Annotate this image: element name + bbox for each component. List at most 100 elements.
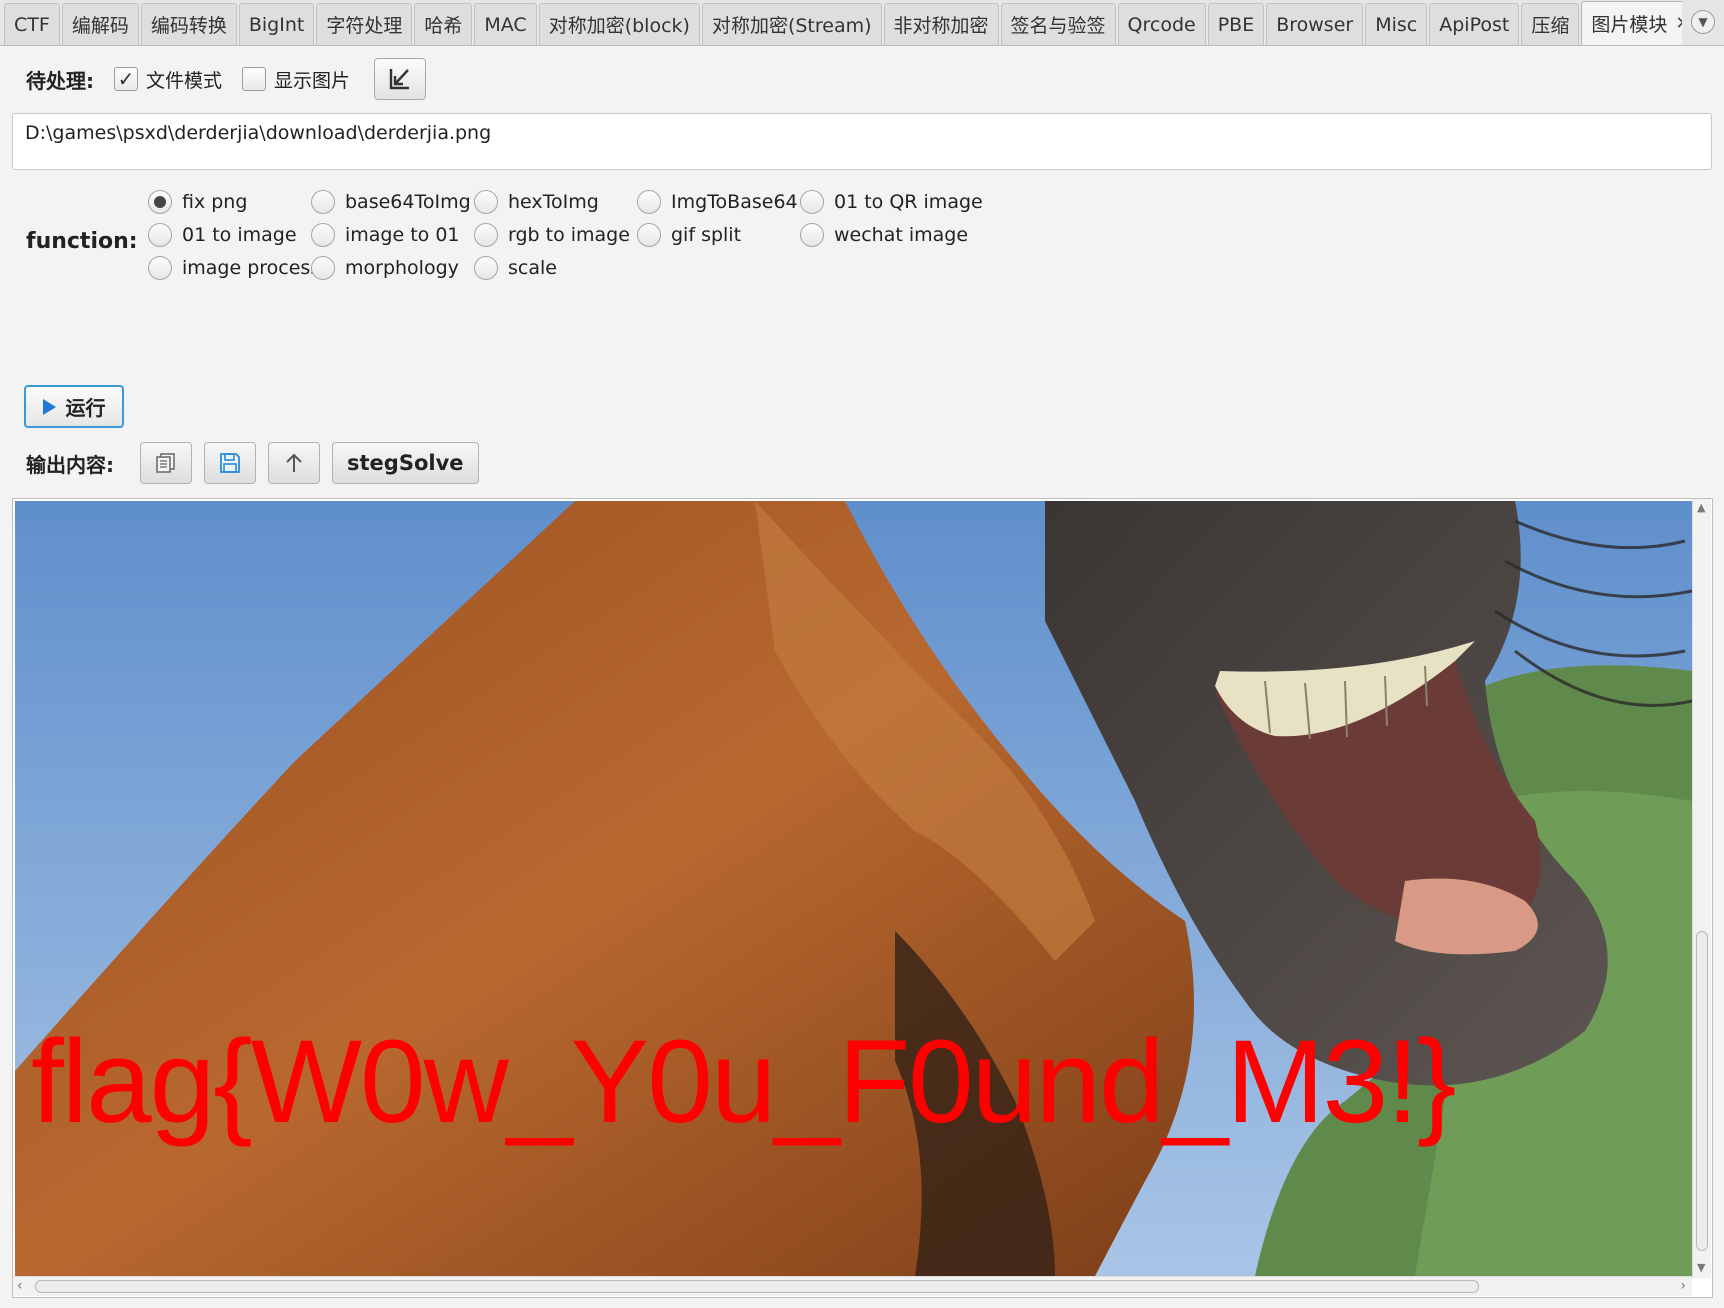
- output-image: flag{W0w_Y0u_F0und_M3!}: [15, 501, 1692, 1276]
- function-radio[interactable]: gif split: [637, 223, 741, 247]
- function-radio[interactable]: 01 to image: [148, 223, 297, 247]
- copy-icon: [156, 453, 175, 473]
- tab-list: CTF 编解码 编码转换 BigInt 字符处理 哈希 MAC 对称加密(block) 对称加密…: [0, 0, 1682, 45]
- function-radio-label: 01 to image: [182, 224, 297, 246]
- play-icon: [42, 398, 56, 415]
- checkbox-checked-icon: ✓: [114, 67, 138, 91]
- radio-unselected-icon: [474, 223, 498, 247]
- tab-label: 编解码: [71, 15, 129, 37]
- file-path-input[interactable]: D:\games\psxd\derderjia\download\derderj…: [12, 113, 1712, 170]
- file-mode-checkbox[interactable]: ✓ 文件模式: [114, 66, 222, 93]
- tab-item[interactable]: CTF: [4, 3, 60, 45]
- run-button[interactable]: 运行: [24, 385, 124, 428]
- tab-overflow-button[interactable]: ▼: [1682, 0, 1724, 45]
- show-image-checkbox[interactable]: 显示图片: [242, 66, 350, 93]
- tab-item[interactable]: 图片模块 ✕: [1581, 1, 1682, 45]
- function-radio[interactable]: wechat image: [800, 223, 968, 247]
- stegsolve-button[interactable]: stegSolve: [332, 442, 479, 484]
- radio-unselected-icon: [311, 190, 335, 214]
- scroll-up-icon[interactable]: ▲: [1697, 501, 1705, 514]
- vertical-scroll-thumb[interactable]: [1696, 931, 1708, 1251]
- close-icon[interactable]: ✕: [1675, 13, 1682, 34]
- function-radio-label: morphology: [345, 257, 459, 279]
- function-radio[interactable]: base64ToImg: [311, 190, 471, 214]
- save-button[interactable]: [204, 442, 256, 484]
- function-radio[interactable]: morphology: [311, 256, 459, 280]
- function-radio[interactable]: scale: [474, 256, 557, 280]
- horizontal-scrollbar[interactable]: ‹ ›: [13, 1276, 1692, 1296]
- file-mode-label: 文件模式: [146, 69, 223, 92]
- function-radio-label: scale: [508, 257, 557, 279]
- function-radio[interactable]: fix png: [148, 190, 247, 214]
- tab-item[interactable]: Misc: [1365, 3, 1428, 45]
- function-radio-label: fix png: [182, 191, 248, 213]
- chevron-down-icon: ▼: [1691, 10, 1715, 34]
- function-label: function:: [26, 229, 138, 254]
- horse-image: [15, 501, 1692, 1276]
- tab-label: PBE: [1217, 13, 1255, 36]
- arrow-down-left-icon: [389, 69, 410, 90]
- function-radio[interactable]: 01 to QR image: [800, 190, 983, 214]
- function-radio-label: base64ToImg: [345, 191, 471, 213]
- radio-unselected-icon: [311, 223, 335, 247]
- function-radio-group: fix png base64ToImg hexToImg ImgToBase64 01 …: [148, 190, 1048, 300]
- function-radio-label: wechat image: [834, 224, 969, 246]
- radio-unselected-icon: [637, 190, 661, 214]
- input-toolbar: 待处理: ✓ 文件模式 显示图片: [26, 58, 427, 100]
- radio-unselected-icon: [800, 190, 824, 214]
- tab-item[interactable]: 压缩: [1521, 3, 1580, 45]
- function-radio[interactable]: ImgToBase64: [637, 190, 798, 214]
- tab-item[interactable]: PBE: [1207, 3, 1265, 45]
- copy-button[interactable]: [140, 442, 192, 484]
- radio-unselected-icon: [800, 223, 824, 247]
- tab-label: ApiPost: [1439, 13, 1510, 36]
- tab-item[interactable]: 非对称加密: [883, 3, 999, 45]
- tab-label: 签名与验签: [1010, 15, 1106, 37]
- tab-item[interactable]: BigInt: [238, 3, 315, 45]
- run-label: 运行: [65, 396, 106, 420]
- save-icon: [220, 453, 240, 473]
- tab-label: 图片模块: [1591, 14, 1668, 36]
- function-radio[interactable]: rgb to image: [474, 223, 630, 247]
- horizontal-scroll-thumb[interactable]: [35, 1280, 1479, 1293]
- tab-item[interactable]: 编码转换: [140, 3, 237, 45]
- scroll-right-icon[interactable]: ›: [1680, 1278, 1686, 1294]
- scroll-left-icon[interactable]: ‹: [17, 1278, 23, 1294]
- import-button[interactable]: [374, 58, 427, 100]
- function-radio[interactable]: hexToImg: [474, 190, 599, 214]
- tab-item[interactable]: 签名与验签: [1000, 3, 1116, 45]
- tab-label: CTF: [14, 13, 50, 36]
- tab-label: Qrcode: [1127, 13, 1196, 36]
- radio-unselected-icon: [474, 256, 498, 280]
- arrow-up-icon: [286, 453, 302, 472]
- tab-item[interactable]: Qrcode: [1117, 3, 1206, 45]
- vertical-scrollbar[interactable]: ▲ ▼: [1692, 499, 1711, 1278]
- tab-label: MAC: [484, 13, 527, 36]
- tab-label: 压缩: [1531, 15, 1570, 37]
- tab-item[interactable]: 字符处理: [316, 3, 413, 45]
- radio-unselected-icon: [148, 256, 172, 280]
- output-label: 输出内容:: [26, 452, 114, 477]
- scroll-down-icon[interactable]: ▼: [1697, 1261, 1705, 1274]
- function-radio[interactable]: image process: [148, 256, 320, 280]
- upload-button[interactable]: [268, 442, 320, 484]
- radio-unselected-icon: [474, 190, 498, 214]
- tab-item[interactable]: Browser: [1266, 3, 1364, 45]
- tab-label: 对称加密(Stream): [711, 15, 872, 37]
- function-radio-label: 01 to QR image: [834, 191, 983, 213]
- radio-unselected-icon: [148, 223, 172, 247]
- tab-item[interactable]: ApiPost: [1429, 3, 1520, 45]
- tab-item[interactable]: 编解码: [61, 3, 139, 45]
- tab-item[interactable]: 对称加密(block): [538, 3, 700, 45]
- tab-item[interactable]: MAC: [474, 3, 537, 45]
- function-radio-label: image process: [182, 257, 321, 279]
- flag-overlay-text: flag{W0w_Y0u_F0und_M3!}: [31, 1016, 1456, 1148]
- function-radio[interactable]: image to 01: [311, 223, 460, 247]
- tab-item[interactable]: 哈希: [414, 3, 473, 45]
- output-image-panel: flag{W0w_Y0u_F0und_M3!} ▲ ▼ ‹ ›: [12, 498, 1713, 1298]
- tab-item[interactable]: 对称加密(Stream): [701, 3, 882, 45]
- function-radio-label: gif split: [671, 224, 742, 246]
- function-radio-label: hexToImg: [508, 191, 599, 213]
- function-radio-label: rgb to image: [508, 224, 630, 246]
- tab-bar: CTF 编解码 编码转换 BigInt 字符处理 哈希 MAC 对称加密(block) 对称加密…: [0, 0, 1724, 46]
